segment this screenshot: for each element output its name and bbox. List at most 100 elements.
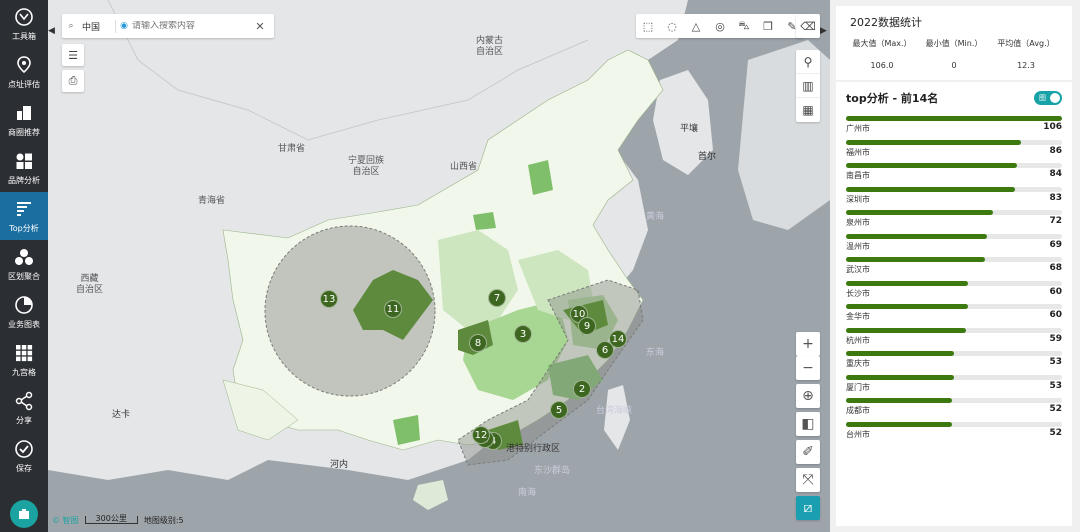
rank-bar-fill — [846, 374, 954, 380]
top-analysis-card: top分析 - 前14名 图 广州市 106 福州市 86 南昌市 84 深圳市 83 泉州市 7… — [836, 82, 1072, 526]
map-label-hk: 港特别行政区 — [506, 444, 561, 454]
rank-name: 重庆市 — [846, 359, 870, 368]
map-marker[interactable]: 13 — [320, 290, 338, 308]
rank-row[interactable]: 成都市 52 — [846, 398, 1062, 422]
rank-name: 深圳市 — [846, 194, 870, 204]
target-icon[interactable]: ◎ — [708, 14, 732, 38]
map-marker[interactable]: 12 — [472, 426, 490, 444]
print-button[interactable]: ⎙ — [62, 70, 84, 92]
search-input[interactable] — [132, 21, 252, 31]
rank-row[interactable]: 福州市 86 — [846, 139, 1062, 164]
map-marker[interactable]: 2 — [573, 380, 591, 398]
sidebar-item-label: 保存 — [16, 464, 32, 473]
polygon-select-icon[interactable]: △ — [684, 14, 708, 38]
ruler-icon: ✐ — [802, 444, 814, 460]
sidebar-item-label: 商圈推荐 — [8, 128, 40, 137]
sidebar-item-share[interactable]: 分享 — [0, 384, 48, 432]
sidebar-item-toolbox[interactable]: 工具箱 — [0, 0, 48, 48]
rank-name: 温州市 — [846, 241, 870, 251]
sidebar-item-brand-analysis[interactable]: 品牌分析 — [0, 144, 48, 192]
rank-row[interactable]: 长沙市 60 — [846, 280, 1062, 305]
location-pin-icon — [13, 54, 35, 76]
sidebar-item-business-chart[interactable]: 业务图表 — [0, 288, 48, 336]
select-icon[interactable]: ⬚ — [636, 14, 660, 38]
rank-name: 福州市 — [846, 147, 870, 157]
rank-value: 69 — [1049, 239, 1062, 250]
map-label-dhaka: 达卡 — [112, 410, 131, 420]
rank-value: 72 — [1049, 216, 1062, 226]
zoom-out-button[interactable]: − — [796, 356, 820, 380]
search-icon[interactable]: ⌕ — [62, 21, 80, 31]
layer-list-button[interactable]: ☰ — [62, 44, 84, 66]
rank-bar-track — [846, 421, 1062, 427]
rank-row[interactable]: 广州市 106 — [846, 116, 1062, 140]
map-label-east-sea: 东海 — [646, 348, 665, 358]
sidebar-item-top-analysis[interactable]: Top分析 — [0, 192, 48, 240]
map-marker[interactable]: 7 — [488, 289, 506, 307]
rank-bar-fill — [846, 186, 1016, 192]
collapse-right-icon[interactable]: ▶ — [820, 26, 828, 42]
rank-bar-track — [846, 210, 1062, 215]
rank-row[interactable]: 泉州市 72 — [846, 210, 1062, 234]
collapse-left-icon[interactable]: ◀ — [48, 26, 56, 42]
rank-name: 武汉市 — [846, 265, 870, 274]
rank-name: 厦门市 — [846, 382, 870, 392]
frame-button[interactable]: ⧄ — [796, 496, 820, 520]
building-view-icon[interactable]: ▥ — [796, 74, 820, 98]
map-marker[interactable]: 6 — [596, 341, 614, 359]
map-marker[interactable]: 9 — [578, 317, 596, 335]
rank-bar-track — [846, 186, 1062, 192]
city-selector[interactable]: 中国 — [80, 19, 116, 33]
rank-name: 广州市 — [846, 124, 870, 133]
rank-bar-track — [846, 163, 1062, 168]
rank-row[interactable]: 厦门市 53 — [846, 374, 1062, 399]
rank-bar-track — [846, 116, 1062, 121]
user-avatar[interactable] — [10, 500, 38, 528]
map-marker[interactable]: 8 — [469, 334, 487, 352]
fullscreen-button[interactable]: ⤧ — [796, 468, 820, 492]
stat-avg-label: 平均值（Avg.） — [997, 39, 1055, 48]
layers-button[interactable]: ◧ — [796, 412, 820, 436]
stats-card: 2022数据统计 最大值（Max.） 106.0 最小值（Min.） 0 平均值… — [836, 6, 1072, 80]
chart-toggle[interactable]: 图 — [1034, 91, 1062, 105]
sidebar-item-nine-grid[interactable]: 九宫格 — [0, 336, 48, 384]
rank-value: 60 — [1049, 286, 1062, 297]
nine-grid-icon — [13, 342, 35, 364]
rank-row[interactable]: 金华市 60 — [846, 304, 1062, 328]
rank-value: 86 — [1049, 145, 1062, 156]
map-marker[interactable]: 11 — [384, 300, 402, 318]
map-marker[interactable]: 5 — [550, 401, 568, 419]
sidebar-item-point-eval[interactable]: 点址评估 — [0, 48, 48, 96]
rank-row[interactable]: 重庆市 53 — [846, 351, 1062, 375]
person-pin-icon[interactable]: ⚲ — [796, 50, 820, 74]
rank-row[interactable]: 武汉市 68 — [846, 257, 1062, 281]
rank-row[interactable]: 深圳市 83 — [846, 186, 1062, 211]
cluster-icon — [13, 246, 35, 268]
locate-button[interactable]: ⊕ — [796, 384, 820, 408]
rank-row[interactable]: 温州市 69 — [846, 233, 1062, 258]
lasso-icon[interactable]: ◌ — [660, 14, 684, 38]
sidebar-item-business-district[interactable]: 商圈推荐 — [0, 96, 48, 144]
toolbox-icon — [13, 6, 35, 28]
map-canvas[interactable]: 内蒙古 自治区 甘肃省 宁夏回族 自治区 山西省 青海省 西藏 自治区 平壤 首… — [48, 0, 830, 532]
copy-icon[interactable]: ❐ — [756, 14, 780, 38]
rank-row[interactable]: 杭州市 59 — [846, 327, 1062, 352]
stat-min-value: 0 — [951, 61, 957, 70]
top-title: top分析 - 前14名 — [846, 92, 939, 105]
sidebar-item-save[interactable]: 保存 — [0, 432, 48, 480]
map-scale: © 智图 300公里 地图级别:5 — [52, 512, 184, 528]
sidebar-item-label: 区划聚合 — [8, 272, 40, 281]
sidebar-item-region-aggregate[interactable]: 区划聚合 — [0, 240, 48, 288]
rank-name: 泉州市 — [846, 218, 870, 227]
close-icon[interactable]: ✕ — [252, 20, 268, 33]
measure-button[interactable]: ✐ — [796, 440, 820, 464]
clear-drawing-button[interactable]: ⌫ — [796, 14, 820, 38]
zoom-in-button[interactable]: + — [796, 332, 820, 356]
car-icon[interactable]: ⛍ — [732, 14, 756, 38]
rank-row[interactable]: 台州市 52 — [846, 421, 1062, 446]
rank-bar-fill — [846, 398, 952, 403]
rank-value: 60 — [1049, 310, 1062, 320]
map-marker[interactable]: 3 — [514, 325, 532, 343]
rank-row[interactable]: 南昌市 84 — [846, 163, 1062, 187]
layout-grid-icon[interactable]: ▦ — [796, 98, 820, 122]
